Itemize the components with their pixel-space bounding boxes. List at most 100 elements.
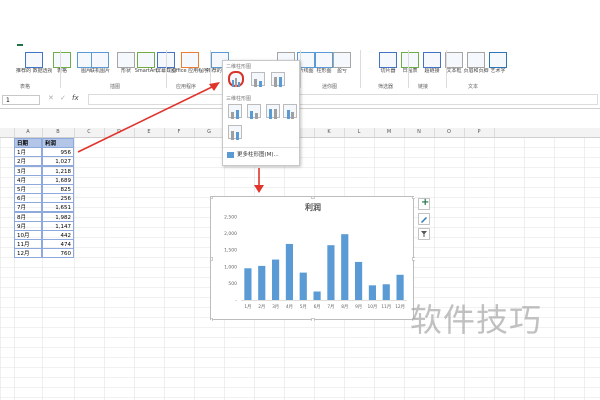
- percent-column-icon: [274, 77, 282, 87]
- ribbon-button-label: 盈亏: [336, 68, 347, 74]
- 3d-column-option[interactable]: [283, 104, 297, 119]
- column-header-O[interactable]: O: [434, 128, 465, 137]
- ribbon-group-label: 链接: [418, 84, 429, 90]
- ribbon-button-12[interactable]: 盈亏: [324, 52, 360, 82]
- x-tick-label: 12月: [395, 304, 405, 310]
- formula-input[interactable]: [88, 94, 598, 105]
- watermark: 软件技巧: [410, 301, 543, 339]
- column-header-G[interactable]: G: [194, 128, 225, 137]
- x-tick-label: 10月: [368, 304, 378, 310]
- bar-3月[interactable]: [271, 259, 280, 300]
- column-headers: ABCDEFGHIJKLMNOP: [0, 128, 600, 138]
- column-header-E[interactable]: E: [134, 128, 165, 137]
- y-tick-label: -: [235, 299, 237, 304]
- table-cell-date[interactable]: 12月: [14, 248, 42, 259]
- brush-icon: [421, 217, 427, 223]
- more-column-charts-item[interactable]: 更多柱形图(M)...: [227, 150, 297, 160]
- bar-1月[interactable]: [244, 268, 252, 300]
- x-tick-label: 5月: [300, 304, 307, 310]
- ribbon-group-separator: [300, 50, 301, 88]
- column-header-B[interactable]: B: [42, 128, 75, 137]
- x-tick-label: 8月: [341, 304, 348, 310]
- x-tick-label: 6月: [314, 304, 321, 310]
- ribbon-group-separator: [408, 50, 409, 88]
- column-header-D[interactable]: D: [104, 128, 135, 137]
- x-tick-label: 3月: [272, 304, 279, 310]
- ribbon-icon-7: [181, 52, 199, 68]
- ribbon-icon-0: [25, 52, 43, 68]
- ribbon-group-separator: [210, 50, 211, 88]
- table-cell-profit[interactable]: 760: [42, 248, 74, 259]
- more-charts-label: 更多柱形图(M)...: [237, 152, 279, 158]
- x-tick-label: 11月: [381, 304, 391, 310]
- x-tick-label: 1月: [244, 304, 251, 310]
- ribbon-group-label: 表格: [20, 84, 31, 90]
- ribbon-icon-12: [333, 52, 351, 68]
- bar-12月[interactable]: [396, 274, 404, 300]
- column-header-K[interactable]: K: [314, 128, 345, 137]
- 3d-stacked-icon: [250, 111, 258, 119]
- x-tick-label: 7月: [327, 304, 334, 310]
- column-header-P[interactable]: P: [464, 128, 495, 137]
- bar-11月[interactable]: [382, 284, 390, 300]
- bar-5月[interactable]: [299, 272, 307, 300]
- column-chart[interactable]: 利润 -500 1,000 1,500 2,000 2,500 1月 2月 3月 4月 5月 6月 7…: [210, 196, 415, 321]
- column-header-L[interactable]: L: [344, 128, 375, 137]
- ribbon-button-18[interactable]: 艺术字: [480, 52, 516, 82]
- resize-handle[interactable]: [311, 197, 315, 199]
- column-header-A[interactable]: A: [14, 128, 43, 137]
- y-tick-label: 2,500: [224, 215, 237, 221]
- bar-8月[interactable]: [341, 234, 349, 300]
- column-chart-dropdown: 二维柱形图 三维柱形图 更多柱形图(M)...: [222, 60, 300, 166]
- ribbon-button-label: 艺术字: [490, 68, 506, 74]
- y-tick-label: 1,000: [224, 264, 237, 270]
- chart-styles-button[interactable]: [418, 213, 430, 225]
- 3d-column-extra-option[interactable]: [228, 125, 242, 140]
- close-icon[interactable]: ✕: [48, 94, 54, 102]
- name-box[interactable]: 1: [2, 95, 40, 105]
- chart-plot: - 500 1,000 1,500 2,000 2,500 1月 2月 3月 4月 5月 6月 7月 8月…: [211, 197, 415, 321]
- ribbon-icon-18: [489, 52, 507, 68]
- bar-6月[interactable]: [313, 291, 321, 300]
- column-header-F[interactable]: F: [164, 128, 195, 137]
- 3d-extra-icon: [231, 131, 239, 140]
- percent-stacked-column-option[interactable]: [271, 72, 285, 87]
- resize-handle[interactable]: [412, 257, 416, 261]
- y-tick-label: 2,000: [224, 231, 237, 237]
- clustered-column-option[interactable]: [228, 71, 244, 87]
- column-header-C[interactable]: C: [74, 128, 105, 137]
- ribbon-group-separator: [166, 50, 167, 88]
- check-icon[interactable]: ✓: [60, 94, 66, 102]
- bar-10月[interactable]: [368, 285, 377, 300]
- x-tick-label: 9月: [355, 304, 362, 310]
- column-header-M[interactable]: M: [374, 128, 405, 137]
- 3d-percent-column-option[interactable]: [266, 104, 280, 119]
- resize-handle[interactable]: [211, 257, 213, 261]
- bar-4月[interactable]: [285, 243, 294, 300]
- resize-handle[interactable]: [211, 197, 213, 199]
- select-all-corner[interactable]: [0, 128, 15, 137]
- bar-2月[interactable]: [258, 265, 266, 300]
- function-icon[interactable]: fx: [72, 94, 79, 102]
- stacked-column-option[interactable]: [251, 72, 265, 87]
- ribbon-group-separator: [360, 50, 361, 88]
- column-header-N[interactable]: N: [404, 128, 435, 137]
- ribbon-icon-3: [91, 52, 109, 68]
- resize-handle[interactable]: [412, 197, 416, 199]
- formula-bar: 1 ✕ ✓ fx: [0, 92, 600, 109]
- section-3d-label: 三维柱形图: [226, 96, 252, 102]
- bar-9月[interactable]: [354, 261, 363, 300]
- ribbon-group-label: 迷你图: [322, 84, 338, 90]
- section-2d-label: 二维柱形图: [226, 64, 252, 70]
- chart-filters-button[interactable]: [418, 228, 430, 240]
- ribbon-group-label: 文本: [468, 84, 479, 90]
- resize-handle[interactable]: [311, 318, 315, 322]
- chart-elements-button[interactable]: +: [418, 197, 430, 210]
- resize-handle[interactable]: [211, 318, 213, 322]
- 3d-stacked-column-option[interactable]: [247, 104, 261, 119]
- clustered-column-icon: [232, 78, 240, 87]
- bar-7月[interactable]: [327, 245, 335, 300]
- ribbon-group-label: 插图: [110, 84, 121, 90]
- 3d-clustered-column-option[interactable]: [228, 104, 242, 119]
- 3d-column-icon: [287, 110, 294, 119]
